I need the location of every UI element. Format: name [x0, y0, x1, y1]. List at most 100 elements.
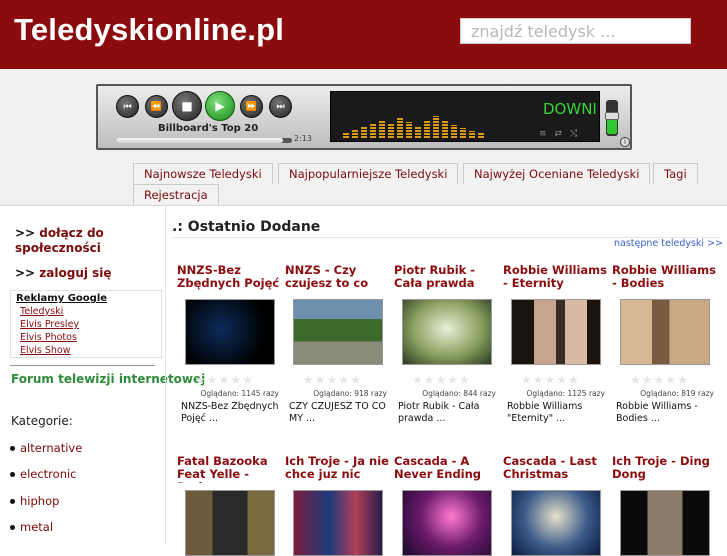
- rating-stars[interactable]: ★★★★★: [630, 373, 689, 387]
- star-icon[interactable]: ★: [424, 373, 436, 387]
- volume-slider[interactable]: [605, 100, 619, 136]
- star-icon[interactable]: ★: [315, 373, 327, 387]
- next-videos-link[interactable]: następne teledyski >>: [614, 238, 723, 249]
- star-icon[interactable]: ★: [556, 373, 568, 387]
- star-icon[interactable]: ★: [327, 373, 339, 387]
- tab-tagi[interactable]: Tagi: [653, 163, 698, 184]
- star-icon[interactable]: ★: [350, 373, 362, 387]
- video-thumbnail[interactable]: [402, 490, 492, 556]
- prev-icon[interactable]: ⏮: [116, 95, 139, 118]
- category-item[interactable]: electronic: [10, 467, 77, 481]
- tab-najpopularniejsze[interactable]: Najpopularniejsze Teledyski: [278, 163, 459, 184]
- video-title[interactable]: Ich Troje - Ding Dong: [612, 455, 716, 483]
- player-track-title: Billboard's Top 20: [158, 123, 259, 134]
- category-item[interactable]: alternative: [9, 441, 82, 455]
- video-thumbnail[interactable]: [620, 299, 710, 365]
- rating-stars[interactable]: ★★★★★: [303, 373, 362, 387]
- video-thumbnail[interactable]: [402, 299, 492, 365]
- tab-najwyzej-oceniane[interactable]: Najwyżej Oceniane Teledyski: [463, 163, 651, 184]
- video-thumbnail[interactable]: [293, 490, 383, 556]
- video-title[interactable]: NNZS-Bez Zbędnych Pojęć: [177, 264, 281, 292]
- video-description: CZY CZUJESZ TO CO MY ...: [289, 401, 386, 424]
- star-icon[interactable]: ★: [677, 373, 689, 387]
- video-title[interactable]: Robbie Williams - Bodies: [612, 264, 716, 292]
- video-thumbnail[interactable]: [185, 299, 275, 365]
- equalizer-bar: [352, 129, 358, 138]
- star-icon[interactable]: ★: [630, 373, 642, 387]
- video-title[interactable]: Piotr Rubik - Cała prawda: [394, 264, 498, 292]
- view-count: Oglądano: 1125 razy: [526, 389, 605, 398]
- column-divider: [165, 207, 166, 545]
- forum-link[interactable]: Forum telewizji internetowej: [11, 372, 205, 387]
- search-input[interactable]: [460, 18, 691, 44]
- video-title[interactable]: Cascada - Last Christmas: [503, 455, 607, 483]
- category-item[interactable]: metal: [9, 520, 53, 534]
- video-title[interactable]: Cascada - A Never Ending: [394, 455, 498, 483]
- video-thumbnail[interactable]: [185, 490, 275, 556]
- equalizer-bar: [424, 120, 430, 138]
- video-thumbnail[interactable]: [511, 299, 601, 365]
- join-link[interactable]: >> dołącz do społeczności: [10, 226, 162, 256]
- star-icon[interactable]: ★: [521, 373, 533, 387]
- star-icon[interactable]: ★: [412, 373, 424, 387]
- video-card: Robbie Williams - Bodies ★★★★★ Oglądano:…: [612, 264, 716, 424]
- equalizer-bar: [451, 125, 457, 138]
- star-icon[interactable]: ★: [568, 373, 580, 387]
- star-icon[interactable]: ★: [338, 373, 350, 387]
- star-icon[interactable]: ★: [230, 373, 242, 387]
- player-mode-icons[interactable]: ≡⇄⤭: [539, 129, 585, 139]
- star-icon[interactable]: ★: [303, 373, 315, 387]
- star-icon[interactable]: ★: [533, 373, 545, 387]
- rewind-icon[interactable]: ⏪: [145, 95, 168, 118]
- equalizer-bar: [442, 121, 448, 138]
- section-title: .: Ostatnio Dodane: [172, 219, 321, 235]
- video-thumbnail[interactable]: [620, 490, 710, 556]
- star-icon[interactable]: ★: [459, 373, 471, 387]
- category-item[interactable]: hiphop: [9, 494, 59, 508]
- star-icon[interactable]: ★: [642, 373, 654, 387]
- stop-icon[interactable]: ■: [172, 91, 202, 121]
- rating-stars[interactable]: ★★★★★: [195, 373, 254, 387]
- categories-label: Kategorie:: [11, 414, 73, 428]
- ads-header[interactable]: Reklamy Google: [16, 292, 156, 305]
- star-icon[interactable]: ★: [545, 373, 557, 387]
- view-count: Oglądano: 1145 razy: [200, 389, 279, 398]
- star-icon[interactable]: ★: [195, 373, 207, 387]
- forward-icon[interactable]: ⏩: [240, 95, 263, 118]
- ad-link[interactable]: Elvis Photos: [16, 331, 156, 344]
- video-title[interactable]: NNZS - Czy czujesz to co my: [285, 264, 389, 292]
- site-logo[interactable]: Teledyskionline.pl: [14, 12, 284, 48]
- next-icon[interactable]: ⏭: [269, 95, 292, 118]
- video-thumbnail[interactable]: [293, 299, 383, 365]
- video-title[interactable]: Ich Troje - Ja nie chce juz nic: [285, 455, 389, 483]
- equalizer-bar: [406, 122, 412, 138]
- player-progress[interactable]: [116, 138, 292, 143]
- rating-stars[interactable]: ★★★★★: [412, 373, 471, 387]
- star-icon[interactable]: ★: [654, 373, 666, 387]
- login-link[interactable]: >> zaloguj się: [10, 266, 162, 281]
- view-count: Oglądano: 844 razy: [422, 389, 496, 398]
- star-icon[interactable]: ★: [665, 373, 677, 387]
- play-icon[interactable]: ▶: [205, 91, 235, 121]
- ad-link[interactable]: Teledyski: [16, 305, 156, 318]
- volume-knob[interactable]: [605, 112, 619, 120]
- video-thumbnail[interactable]: [511, 490, 601, 556]
- video-title[interactable]: Fatal Bazooka Feat Yelle - Parle: [177, 455, 281, 483]
- rating-stars[interactable]: ★★★★★: [521, 373, 580, 387]
- star-icon[interactable]: ★: [219, 373, 231, 387]
- star-icon[interactable]: ★: [242, 373, 254, 387]
- sidebar-divider: [10, 365, 155, 366]
- star-icon[interactable]: ★: [207, 373, 219, 387]
- ad-link[interactable]: Elvis Presley: [16, 318, 156, 331]
- volume-level: [607, 117, 617, 134]
- star-icon[interactable]: ★: [436, 373, 448, 387]
- video-card: Ich Troje - Ja nie chce juz nic: [285, 455, 389, 556]
- tab-rejestracja[interactable]: Rejestracja: [133, 184, 219, 205]
- star-icon[interactable]: ★: [447, 373, 459, 387]
- ad-link[interactable]: Elvis Show: [16, 344, 156, 357]
- video-title[interactable]: Robbie Williams - Eternity: [503, 264, 607, 292]
- tab-najnowsze[interactable]: Najnowsze Teledyski: [133, 163, 273, 184]
- info-icon[interactable]: i: [620, 137, 630, 147]
- video-description: Robbie Williams "Eternity" ...: [507, 401, 583, 424]
- equalizer-bar: [343, 132, 349, 138]
